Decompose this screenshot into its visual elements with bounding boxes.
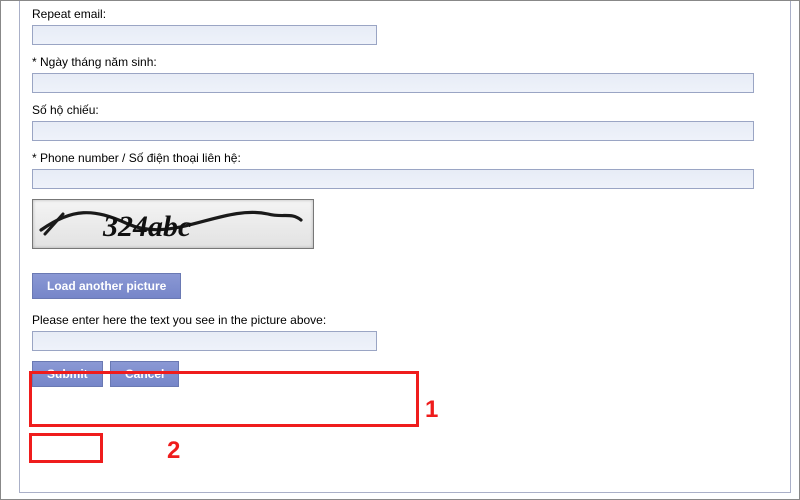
captcha-image: 324abc bbox=[32, 199, 314, 249]
submit-button[interactable]: Submit bbox=[32, 361, 103, 387]
passport-label: Số hộ chiếu: bbox=[32, 103, 778, 117]
dob-input[interactable] bbox=[32, 73, 754, 93]
window-frame: Repeat email: * Ngày tháng năm sinh: Số … bbox=[0, 0, 800, 500]
repeat-email-field: Repeat email: bbox=[32, 7, 778, 45]
repeat-email-input[interactable] bbox=[32, 25, 377, 45]
cancel-button[interactable]: Cancel bbox=[110, 361, 179, 387]
repeat-email-label: Repeat email: bbox=[32, 7, 778, 21]
captcha-instruction-label: Please enter here the text you see in th… bbox=[32, 313, 778, 327]
phone-field: * Phone number / Số điện thoại liên hệ: bbox=[32, 151, 778, 189]
form-panel: Repeat email: * Ngày tháng năm sinh: Số … bbox=[19, 1, 791, 493]
captcha-input[interactable] bbox=[32, 331, 377, 351]
captcha-text: 324abc bbox=[102, 210, 191, 243]
phone-input[interactable] bbox=[32, 169, 754, 189]
dob-field: * Ngày tháng năm sinh: bbox=[32, 55, 778, 93]
dob-label: * Ngày tháng năm sinh: bbox=[32, 55, 778, 69]
passport-input[interactable] bbox=[32, 121, 754, 141]
captcha-entry-field: Please enter here the text you see in th… bbox=[32, 313, 778, 351]
captcha-svg: 324abc bbox=[33, 200, 313, 248]
phone-label: * Phone number / Số điện thoại liên hệ: bbox=[32, 151, 778, 165]
load-another-picture-button[interactable]: Load another picture bbox=[32, 273, 181, 299]
passport-field: Số hộ chiếu: bbox=[32, 103, 778, 141]
